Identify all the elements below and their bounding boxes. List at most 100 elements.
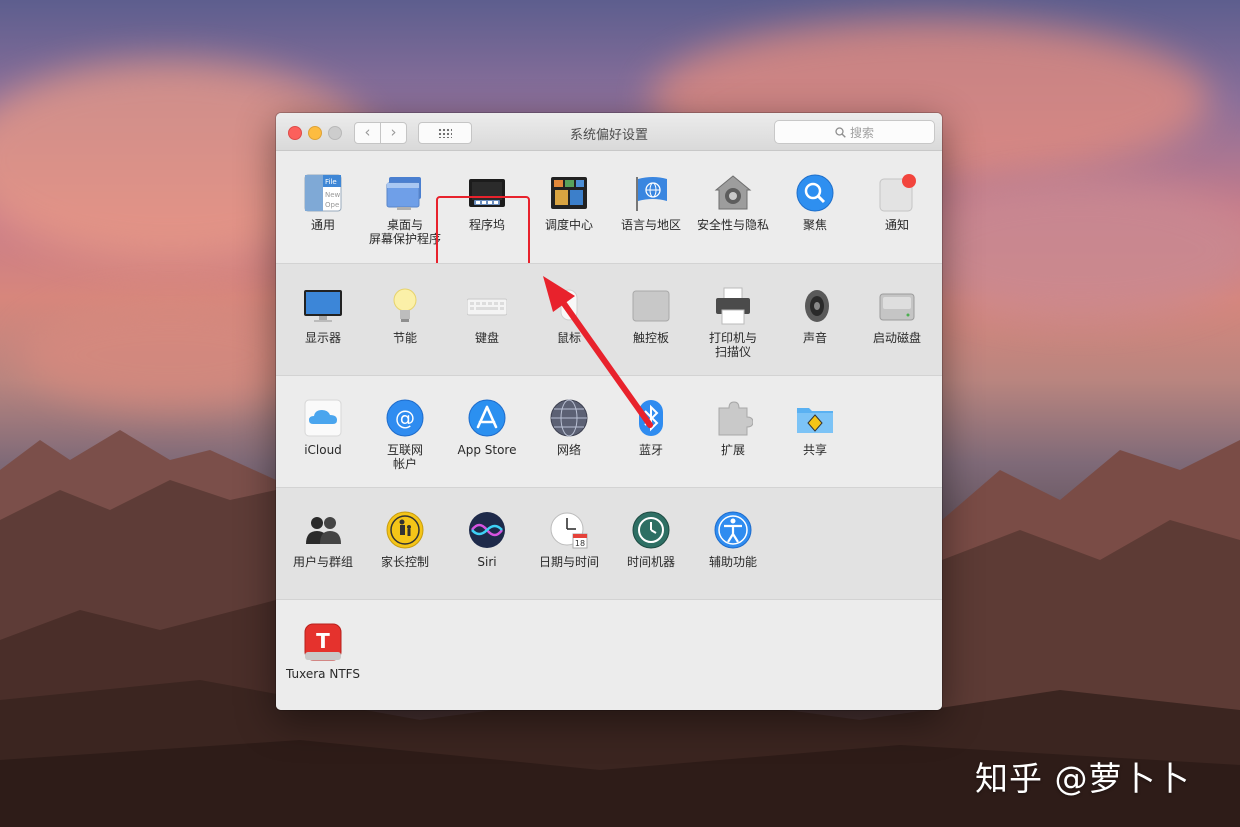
- pane-mission-control[interactable]: 调度中心: [528, 151, 610, 261]
- pane-desktop-screensaver[interactable]: 桌面与 屏幕保护程序: [364, 151, 446, 261]
- accessibility-icon: [714, 511, 752, 549]
- internet-accounts-icon: @: [386, 399, 424, 437]
- bluetooth-icon: [639, 400, 663, 436]
- pane-security-privacy[interactable]: 安全性与隐私: [692, 151, 774, 261]
- icloud-icon: [304, 399, 342, 437]
- pane-label: App Store: [457, 443, 517, 457]
- mouse-icon: [560, 289, 578, 321]
- pane-notifications[interactable]: 通知: [856, 151, 938, 261]
- trackpad-icon: [632, 290, 670, 322]
- parental-controls-icon: [386, 511, 424, 549]
- svg-text:File: File: [325, 178, 337, 186]
- pane-label: 调度中心: [544, 218, 593, 232]
- pane-time-machine[interactable]: 时间机器: [610, 488, 692, 598]
- displays-icon: [304, 290, 342, 322]
- pane-row-3: iCloud @ 互联网 帐户 App Store 网络 蓝牙 扩展 共享: [276, 375, 942, 488]
- network-icon: [550, 399, 588, 437]
- pane-general[interactable]: File New Ope 通用: [282, 151, 364, 261]
- pane-label: 日期与时间: [538, 555, 599, 569]
- pane-row-1: File New Ope 通用 桌面与 屏幕保护程序 程序坞 调度中心 语言与地…: [276, 151, 942, 290]
- search-icon: [835, 126, 846, 138]
- pane-sound[interactable]: 声音: [774, 264, 856, 374]
- pane-label: Tuxera NTFS: [286, 667, 360, 681]
- search-placeholder: 搜索: [849, 125, 874, 140]
- pane-bluetooth[interactable]: 蓝牙: [610, 376, 692, 486]
- keyboard-icon: [467, 298, 507, 316]
- language-region-icon: [636, 177, 667, 211]
- pane-language-region[interactable]: 语言与地区: [610, 151, 692, 261]
- pane-energy-saver[interactable]: 节能: [364, 264, 446, 374]
- mission-control-icon: [551, 177, 587, 209]
- pane-date-time[interactable]: 18 日期与时间: [528, 488, 610, 598]
- tuxera-ntfs-icon: T: [304, 623, 342, 661]
- pane-row-2: 显示器 节能 键盘 鼠标 触控板 打印机与 扫描仪 声音 启动磁盘: [276, 263, 942, 376]
- desktop-screensaver-icon: [386, 177, 421, 210]
- system-preferences-window: ‹ › 系统偏好设置 搜索 File New Ope 通用 桌面与 屏幕保护程序…: [276, 113, 942, 710]
- pane-label: 扩展: [720, 443, 745, 457]
- time-machine-icon: [632, 511, 670, 549]
- pane-startup-disk[interactable]: 启动磁盘: [856, 264, 938, 374]
- search-field[interactable]: 搜索: [774, 120, 935, 144]
- sharing-icon: [797, 408, 833, 433]
- pane-sharing[interactable]: 共享: [774, 376, 856, 486]
- pane-label: 共享: [802, 443, 827, 457]
- svg-text:18: 18: [575, 539, 585, 548]
- app-store-icon: [468, 399, 506, 437]
- pane-trackpad[interactable]: 触控板: [610, 264, 692, 374]
- pane-label: 通用: [310, 218, 335, 232]
- pane-label: Siri: [477, 555, 497, 569]
- pane-label: 键盘: [474, 331, 499, 345]
- pane-label: 家长控制: [380, 555, 429, 569]
- pane-label: 时间机器: [626, 555, 675, 569]
- svg-text:@: @: [395, 406, 415, 430]
- pane-icloud[interactable]: iCloud: [282, 376, 364, 486]
- date-time-icon: 18: [550, 512, 588, 549]
- svg-text:T: T: [316, 629, 330, 653]
- pane-label: 通知: [884, 218, 909, 232]
- pane-siri[interactable]: Siri: [446, 488, 528, 598]
- svg-text:New: New: [325, 191, 341, 199]
- pane-label: 打印机与 扫描仪: [708, 331, 757, 359]
- pane-label: 聚焦: [802, 218, 827, 232]
- spotlight-icon: [796, 174, 834, 212]
- pane-parental-controls[interactable]: 家长控制: [364, 488, 446, 598]
- pane-label: 声音: [802, 331, 827, 345]
- startup-disk-icon: [879, 293, 915, 321]
- pane-label: 启动磁盘: [872, 331, 921, 345]
- pane-label: 显示器: [304, 331, 341, 345]
- general-icon: File New Ope: [304, 174, 342, 212]
- pane-label: 节能: [392, 331, 417, 345]
- title-bar: ‹ › 系统偏好设置 搜索: [276, 113, 942, 151]
- pane-keyboard[interactable]: 键盘: [446, 264, 528, 374]
- pane-label: 安全性与隐私: [696, 218, 769, 232]
- users-groups-icon: [306, 517, 341, 544]
- pane-printers-scanners[interactable]: 打印机与 扫描仪: [692, 264, 774, 374]
- pane-row-5: T Tuxera NTFS: [276, 599, 942, 710]
- pane-accessibility[interactable]: 辅助功能: [692, 488, 774, 598]
- printers-scanners-icon: [716, 287, 750, 325]
- pane-spotlight[interactable]: 聚焦: [774, 151, 856, 261]
- pane-displays[interactable]: 显示器: [282, 264, 364, 374]
- pane-mouse[interactable]: 鼠标: [528, 264, 610, 374]
- pane-app-store[interactable]: App Store: [446, 376, 528, 486]
- pane-network[interactable]: 网络: [528, 376, 610, 486]
- security-privacy-icon: [714, 175, 752, 210]
- pane-internet-accounts[interactable]: @ 互联网 帐户: [364, 376, 446, 486]
- pane-label: 蓝牙: [638, 443, 663, 457]
- sound-icon: [805, 290, 829, 322]
- notifications-icon: [879, 174, 916, 212]
- pane-label: 用户与群组: [292, 555, 353, 569]
- svg-text:Ope: Ope: [325, 201, 339, 209]
- pane-label: 触控板: [632, 331, 669, 345]
- pane-label: 辅助功能: [708, 555, 757, 569]
- pane-label: 语言与地区: [620, 218, 681, 232]
- extensions-icon: [718, 401, 753, 436]
- pane-users-groups[interactable]: 用户与群组: [282, 488, 364, 598]
- pane-label: 鼠标: [556, 331, 581, 345]
- pane-tuxera-ntfs[interactable]: T Tuxera NTFS: [282, 600, 364, 710]
- pane-label: iCloud: [304, 443, 342, 457]
- pane-label: 互联网 帐户: [386, 443, 423, 471]
- watermark-text: 知乎 @萝卜卜: [975, 759, 1191, 798]
- energy-saver-icon: [393, 288, 417, 322]
- pane-extensions[interactable]: 扩展: [692, 376, 774, 486]
